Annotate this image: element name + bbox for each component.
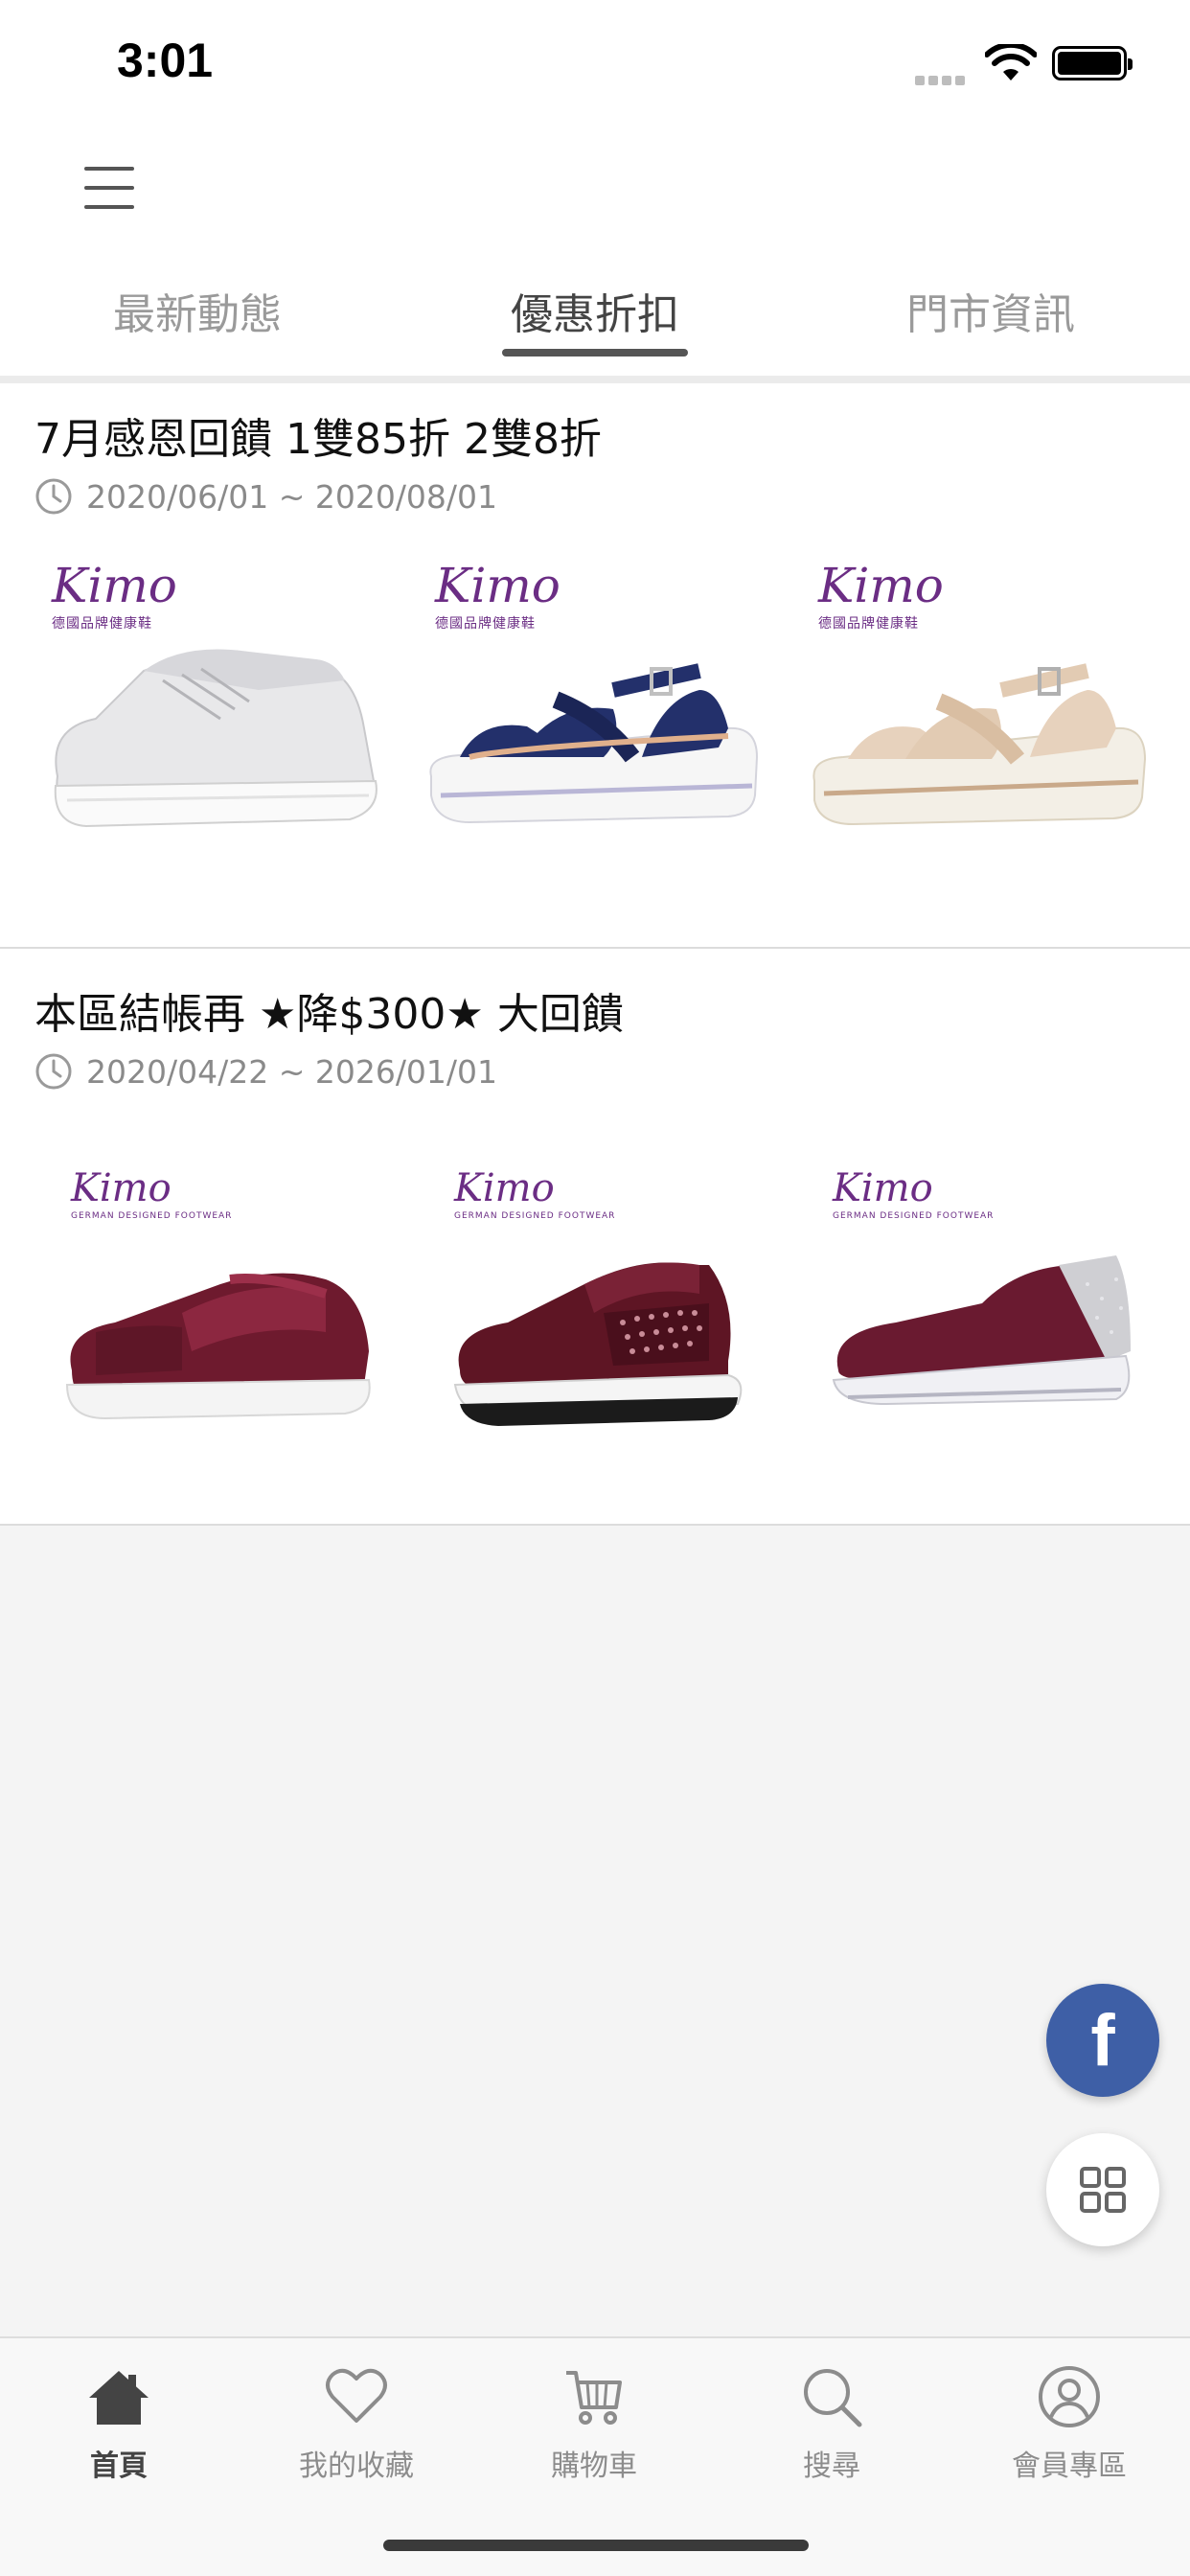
burgundy-studded-sneaker-image: [453, 1262, 743, 1426]
product-image[interactable]: Kimo GERMAN DESIGNED FOOTWEAR: [38, 1160, 402, 1447]
promotion-title: 7月感恩回饋 1雙85折 2雙8折: [34, 415, 602, 464]
brand-tagline: GERMAN DESIGNED FOOTWEAR: [833, 1211, 995, 1221]
battery-icon: [1052, 46, 1133, 80]
home-icon: [89, 2371, 149, 2425]
grid-icon: [1080, 2167, 1126, 2213]
tab-discounts[interactable]: 優惠折扣: [451, 280, 739, 341]
brand-logo: Kimo: [71, 1166, 172, 1210]
product-image[interactable]: Kimo 德國品牌健康鞋: [29, 556, 393, 843]
promotion-date-text: 2020/06/01 ~ 2020/08/01: [86, 477, 498, 516]
tabbar-search[interactable]: 搜尋: [713, 2363, 950, 2484]
brand-logo: Kimo: [52, 558, 177, 613]
brand-logo: Kimo: [833, 1166, 933, 1210]
beige-sandal-image: [812, 663, 1147, 826]
search-icon: [804, 2369, 862, 2427]
tabbar-cart[interactable]: 購物車: [475, 2363, 713, 2484]
tabbar-label: 會員專區: [1012, 2450, 1127, 2483]
hamburger-menu-icon[interactable]: [84, 167, 134, 211]
user-icon: [1039, 2366, 1100, 2427]
tabbar-label: 首頁: [90, 2450, 148, 2483]
silver-sneaker-image: [54, 649, 378, 828]
heart-icon: [326, 2368, 387, 2423]
promotion-card[interactable]: 本區結帳再 ★降$300★ 大回饋 2020/04/22 ~ 2026/01/0…: [0, 949, 1190, 1526]
tabbar-member[interactable]: 會員專區: [950, 2363, 1188, 2484]
facebook-icon: f: [1090, 1999, 1115, 2082]
product-image[interactable]: Kimo GERMAN DESIGNED FOOTWEAR: [800, 1160, 1164, 1447]
burgundy-slip-on-image: [65, 1273, 371, 1420]
cart-icon: [566, 2371, 622, 2425]
promotion-card[interactable]: 7月感恩回饋 1雙85折 2雙8折 2020/06/01 ~ 2020/08/0…: [0, 383, 1190, 949]
product-image[interactable]: Kimo 德國品牌健康鞋: [795, 556, 1159, 843]
clock-icon: [35, 1053, 72, 1090]
tab-latest-news[interactable]: 最新動態: [54, 280, 341, 341]
header-divider: [0, 376, 1190, 383]
brand-logo: Kimo: [435, 558, 561, 613]
status-bar: 3:01: [0, 0, 1190, 126]
status-time: 3:01: [117, 34, 214, 87]
tabbar-favorites[interactable]: 我的收藏: [238, 2363, 475, 2484]
brand-logo: Kimo: [454, 1166, 555, 1210]
wifi-icon: [985, 44, 1037, 80]
product-image[interactable]: Kimo GERMAN DESIGNED FOOTWEAR: [422, 1160, 786, 1447]
tabbar-label: 購物車: [551, 2450, 637, 2483]
navy-sandal-image: [429, 663, 759, 824]
app-screen: 3:01 最新動態 優惠折扣 門市資訊 7月感恩回饋 1雙85折 2雙8折 20…: [0, 0, 1190, 2576]
tabbar-home[interactable]: 首頁: [0, 2363, 238, 2484]
clock-icon: [35, 478, 72, 515]
brand-logo: Kimo: [818, 558, 944, 613]
promotion-title: 本區結帳再 ★降$300★ 大回饋: [34, 990, 624, 1039]
tabbar-label: 我的收藏: [299, 2450, 414, 2483]
promotion-date: 2020/04/22 ~ 2026/01/01: [34, 1052, 497, 1091]
home-indicator[interactable]: [383, 2540, 809, 2551]
product-image[interactable]: Kimo 德國品牌健康鞋: [412, 556, 776, 843]
grid-menu-button[interactable]: [1046, 2133, 1159, 2246]
brand-tagline: GERMAN DESIGNED FOOTWEAR: [71, 1211, 233, 1221]
burgundy-wedge-image: [832, 1255, 1131, 1406]
tab-store-info[interactable]: 門市資訊: [847, 280, 1134, 341]
promotion-date: 2020/06/01 ~ 2020/08/01: [34, 477, 497, 516]
tabbar-label: 搜尋: [803, 2450, 860, 2483]
facebook-button[interactable]: f: [1046, 1984, 1159, 2097]
promotion-date-text: 2020/04/22 ~ 2026/01/01: [86, 1052, 498, 1091]
active-tab-indicator: [502, 349, 688, 356]
brand-tagline: GERMAN DESIGNED FOOTWEAR: [454, 1211, 616, 1221]
header: 最新動態 優惠折扣 門市資訊: [0, 126, 1190, 376]
cellular-signal-icon: [915, 71, 969, 89]
